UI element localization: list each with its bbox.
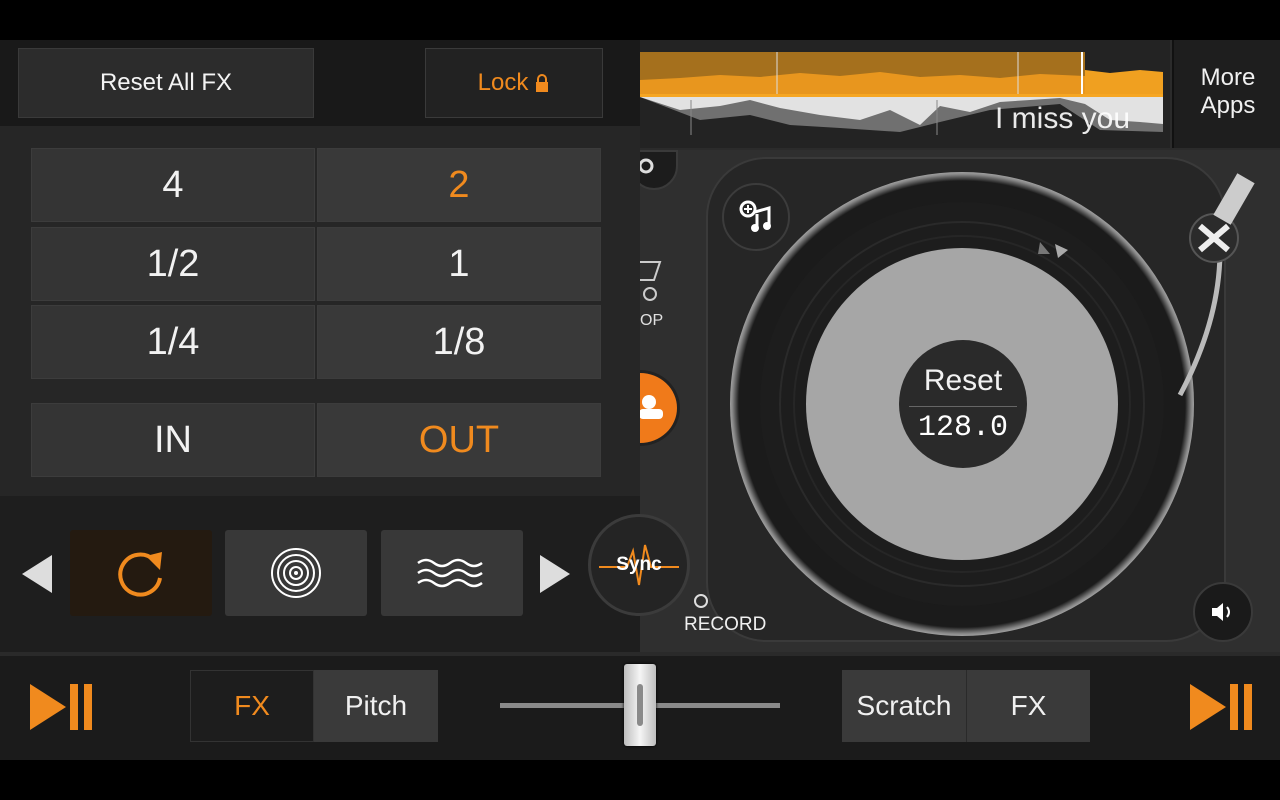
add-music-icon <box>739 200 771 232</box>
record-label-text: RECORD <box>684 614 767 635</box>
next-fx-button[interactable] <box>538 553 572 595</box>
vinyl-icon <box>271 548 321 598</box>
reset-all-fx-button[interactable]: Reset All FX <box>18 48 314 118</box>
volume-icon <box>1212 603 1230 621</box>
tonearm-counterweight <box>1213 173 1255 225</box>
lock-icon <box>536 74 549 92</box>
sync-button[interactable]: Sync <box>588 514 690 616</box>
previous-fx-button[interactable] <box>20 553 54 595</box>
bottom-band <box>0 760 1280 800</box>
loop-symbol-icon <box>640 261 662 281</box>
play-pause-icon <box>30 684 66 730</box>
arrow-left-icon <box>22 555 52 593</box>
top-bar <box>0 0 1280 40</box>
more-apps-line2: Apps <box>1200 92 1256 119</box>
waveform-top-fill-upcoming <box>1085 70 1163 94</box>
lock-button[interactable]: Lock <box>425 48 603 118</box>
gear-icon <box>638 158 654 174</box>
track-title: I miss you <box>995 102 1131 135</box>
right-fx-tab[interactable]: FX <box>966 670 1090 742</box>
beat-2-button[interactable]: 2 <box>317 148 601 222</box>
loop-label: OP <box>640 312 664 329</box>
beat-1-8-button[interactable]: 1/8 <box>317 305 601 379</box>
fx-wave-button[interactable] <box>381 530 523 616</box>
waveform-center-line <box>640 94 1163 97</box>
play-pause-left-button[interactable] <box>28 682 94 732</box>
loop-in-button[interactable]: IN <box>31 403 315 477</box>
user-icon <box>639 395 663 419</box>
tonearm[interactable] <box>1150 170 1260 400</box>
beat-4-button[interactable]: 4 <box>31 148 315 222</box>
loop-indicator <box>643 287 657 301</box>
fx-vinyl-button[interactable] <box>225 530 367 616</box>
bpm-value: 128.0 <box>917 410 1008 445</box>
sync-label: Sync <box>616 554 662 575</box>
wave-icon <box>417 558 483 588</box>
record-indicator[interactable] <box>694 594 708 608</box>
crossfader-knob[interactable] <box>624 664 656 746</box>
arrow-right-icon <box>540 555 570 593</box>
add-music-button[interactable] <box>722 183 790 251</box>
beat-1-4-button[interactable]: 1/4 <box>31 305 315 379</box>
play-pause-right-button[interactable] <box>1188 682 1254 732</box>
loop-icon <box>118 552 162 597</box>
fx-loop-button[interactable] <box>70 530 212 616</box>
pitch-reset-button[interactable]: Reset 128.0 <box>899 340 1027 468</box>
right-scratch-tab[interactable]: Scratch <box>842 670 966 742</box>
lock-label: Lock <box>477 69 529 96</box>
left-pitch-tab[interactable]: Pitch <box>314 670 438 742</box>
volume-button[interactable] <box>1193 582 1253 642</box>
more-apps-line1: More <box>1200 64 1256 91</box>
more-apps-button[interactable]: More Apps <box>1172 40 1280 148</box>
waveform-display[interactable]: I miss you <box>640 40 1170 148</box>
loop-out-button[interactable]: OUT <box>317 403 601 477</box>
reset-label: Reset <box>909 364 1017 407</box>
left-fx-tab[interactable]: FX <box>190 670 314 742</box>
loop-button[interactable] <box>640 258 662 284</box>
beat-1-button[interactable]: 1 <box>317 227 601 301</box>
play-pause-icon <box>1190 684 1226 730</box>
beat-1-2-button[interactable]: 1/2 <box>31 227 315 301</box>
